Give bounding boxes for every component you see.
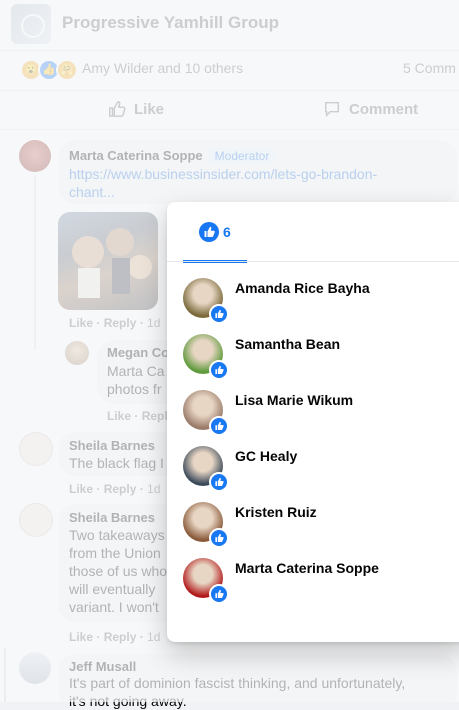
avatar[interactable] [19, 140, 51, 172]
reaction-summary-text[interactable]: Amy Wilder and 10 others [82, 60, 243, 76]
comment-link[interactable]: https://www.businessinsider.com/lets-go-… [69, 165, 377, 183]
reactor-row[interactable]: Amanda Rice Bayha [183, 278, 459, 324]
comment-reply-link[interactable]: Reply [104, 630, 137, 644]
comment-reply-link[interactable]: Reply [104, 316, 137, 330]
comment-meta: Like · Reply · 1d [69, 630, 161, 644]
comment-text: variant. I won't [69, 599, 159, 615]
avatar[interactable] [65, 341, 89, 365]
comment-like-link[interactable]: Like [69, 316, 93, 330]
reactor-row[interactable]: Kristen Ruiz [183, 502, 459, 548]
comment-meta: Like · Reply [107, 409, 175, 423]
comment-meta: Like · Reply · 1d [69, 482, 161, 496]
reactor-row[interactable]: GC Healy [183, 446, 459, 492]
moderator-badge: Moderator [208, 148, 276, 164]
comment-text: photos fr [107, 381, 162, 397]
comment-author[interactable]: Jeff Musall [69, 659, 136, 674]
reactor-name[interactable]: Lisa Marie Wikum [235, 392, 353, 408]
comment-time[interactable]: 1d [147, 630, 160, 644]
comment-link-cont[interactable]: chant... [69, 183, 115, 201]
comment-text: will eventually [69, 581, 156, 597]
like-count: 6 [223, 224, 231, 240]
comment-photo[interactable] [58, 212, 158, 310]
comment-author[interactable]: Sheila Barnes [69, 438, 155, 453]
group-avatar[interactable] [11, 4, 51, 44]
comment-text: Marta Ca [107, 363, 165, 379]
comment-button[interactable]: Comment [323, 100, 418, 118]
like-button[interactable]: Like [108, 100, 164, 118]
comment-author[interactable]: Marta Caterina Soppe [69, 148, 203, 163]
like-badge-icon [209, 416, 229, 436]
reactor-name[interactable]: Amanda Rice Bayha [235, 280, 370, 296]
comment-label: Comment [349, 100, 419, 118]
comment-text: It's part of dominion fascist thinking, … [69, 675, 406, 691]
thread-line [4, 648, 6, 702]
comment-author[interactable]: Sheila Barnes [69, 510, 155, 525]
tab-divider [167, 261, 459, 262]
comments-count[interactable]: 5 Comm [403, 60, 456, 76]
like-badge-icon [209, 528, 229, 548]
comment-time[interactable]: 1d [147, 482, 160, 496]
comment-like-link[interactable]: Like [69, 630, 93, 644]
like-badge-icon [209, 360, 229, 380]
tab-like-reactions[interactable]: 6 [183, 202, 247, 263]
reactor-name[interactable]: Kristen Ruiz [235, 504, 317, 520]
comment-author[interactable]: Megan Co [107, 345, 169, 360]
photo-art [72, 228, 152, 298]
comment-reply-link[interactable]: Reply [104, 482, 137, 496]
comment-meta: Like · Reply · 1d [69, 316, 161, 330]
avatar[interactable] [19, 503, 53, 537]
reactor-name[interactable]: GC Healy [235, 448, 297, 464]
comment-time[interactable]: 1d [147, 316, 160, 330]
comment-like-link[interactable]: Like [107, 409, 131, 423]
reactions-dialog: 6 Amanda Rice Bayha Samantha Bean Lisa M… [167, 202, 459, 642]
reactor-row[interactable]: Marta Caterina Soppe [183, 558, 459, 604]
reactor-row[interactable]: Lisa Marie Wikum [183, 390, 459, 436]
reaction-summary[interactable]: 😮 👍 🤗 Amy Wilder and 10 others 5 Comm [0, 55, 459, 81]
post-actions: Like Comment [0, 90, 459, 130]
comment-text: The black flag I [69, 455, 164, 471]
care-reaction-icon: 🤗 [56, 59, 78, 81]
comment-icon [324, 101, 340, 118]
thread-line [34, 175, 36, 350]
like-badge-icon [209, 472, 229, 492]
thumbs-up-icon [109, 101, 126, 117]
avatar[interactable] [19, 432, 53, 466]
comment-like-link[interactable]: Like [69, 482, 93, 496]
comment-bubble: Marta Caterina Soppe Moderator https://ww… [58, 140, 457, 204]
reactor-row[interactable]: Samantha Bean [183, 334, 459, 380]
avatar[interactable] [19, 652, 51, 684]
comment-text: it's not going away. [69, 693, 187, 709]
comment-text: from the Union [69, 545, 161, 561]
like-badge-icon [209, 304, 229, 324]
group-name[interactable]: Progressive Yamhill Group [62, 13, 279, 33]
reactor-name[interactable]: Marta Caterina Soppe [235, 560, 379, 576]
comment-author-row: Marta Caterina Soppe Moderator [69, 147, 276, 165]
like-reaction-icon [199, 222, 219, 242]
like-badge-icon [209, 584, 229, 604]
comment-text: Two takeaways [69, 527, 165, 543]
post-header: Progressive Yamhill Group [0, 0, 459, 51]
reactor-name[interactable]: Samantha Bean [235, 336, 340, 352]
comment-text: those of us who [69, 563, 168, 579]
like-label: Like [134, 100, 165, 118]
